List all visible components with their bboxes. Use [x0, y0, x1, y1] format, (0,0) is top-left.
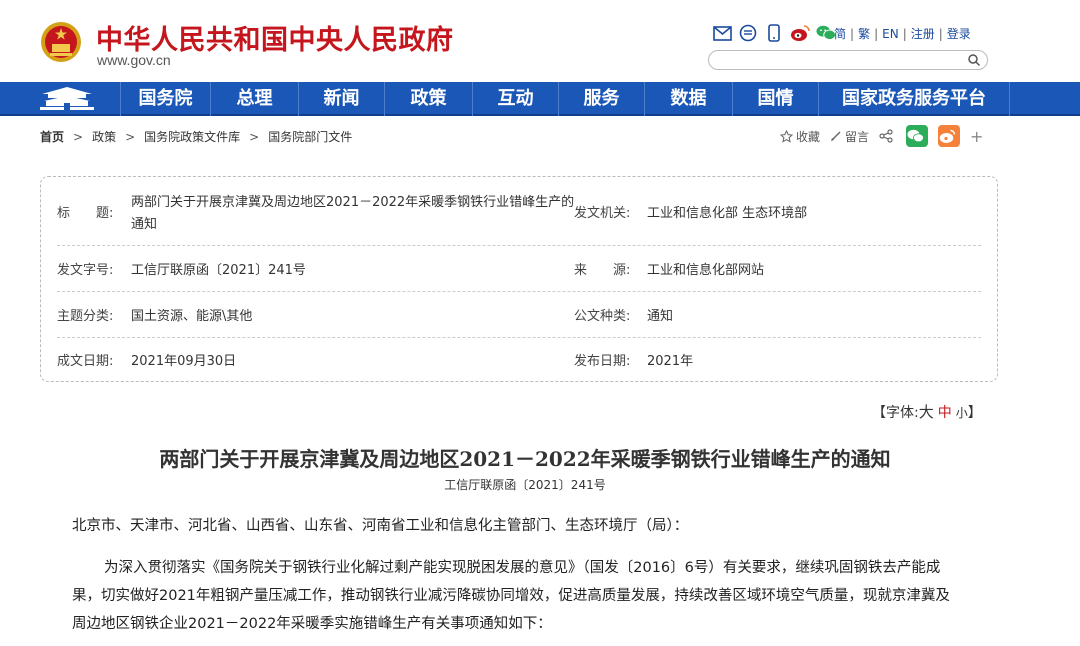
- nav-item-state-council[interactable]: 国务院: [120, 82, 210, 116]
- mail-icon[interactable]: [712, 23, 732, 43]
- mobile-icon[interactable]: [764, 23, 784, 43]
- created-date-value: 2021年09月30日: [131, 354, 237, 369]
- font-size-medium[interactable]: 中: [938, 405, 952, 421]
- comment-button[interactable]: 留言: [830, 128, 869, 145]
- row-divider: [57, 245, 981, 246]
- nav-items: 国务院 总理 新闻 政策 互动 服务 数据 国情 国家政务服务平台: [120, 82, 1010, 116]
- pencil-icon: [831, 131, 841, 141]
- separator: |: [874, 27, 879, 41]
- share-wechat-button[interactable]: [906, 125, 929, 147]
- top-icon-bar: [712, 22, 836, 44]
- nav-item-interaction[interactable]: 互动: [472, 82, 558, 116]
- nav-item-data[interactable]: 数据: [644, 82, 732, 116]
- breadcrumb-home[interactable]: 首页: [40, 130, 64, 144]
- doctype-label: 公文种类:: [574, 309, 631, 324]
- weibo-icon: [939, 129, 956, 143]
- share-weibo-button[interactable]: [938, 125, 961, 147]
- search-box: [708, 50, 988, 71]
- breadcrumb-policy[interactable]: 政策: [92, 130, 116, 144]
- info-row-docno: 发文字号: 工信厅联原函〔2021〕241号 来 源: 工业和信息化部网站: [57, 259, 981, 279]
- source-label: 来 源:: [574, 263, 631, 278]
- more-share-button[interactable]: +: [970, 127, 983, 146]
- nav-item-services[interactable]: 服务: [558, 82, 644, 116]
- site-url[interactable]: www.gov.cn: [97, 52, 171, 68]
- wechat-icon[interactable]: [816, 23, 836, 43]
- article-paragraph-line1: 为深入贯彻落实《国务院关于钢铁行业化解过剩产能实现脱困发展的意见》（国发〔201…: [104, 560, 941, 576]
- font-size-small[interactable]: 小: [956, 406, 968, 420]
- font-size-suffix: 】: [967, 405, 982, 421]
- english-link[interactable]: EN: [882, 27, 899, 41]
- nav-item-premier[interactable]: 总理: [210, 82, 298, 116]
- article-salutation: 北京市、天津市、河北省、山西省、山东省、河南省工业和信息化主管部门、生态环境厅（…: [72, 518, 689, 534]
- info-row-title: 标 题: 两部门关于开展京津冀及周边地区2021－2022年采暖季钢铁行业错峰生…: [57, 189, 981, 233]
- document-info-table: 标 题: 两部门关于开展京津冀及周边地区2021－2022年采暖季钢铁行业错峰生…: [40, 176, 998, 382]
- article-docno: 工信厅联原函〔2021〕241号: [444, 478, 606, 492]
- issuer-label: 发文机关:: [574, 206, 631, 221]
- separator: |: [938, 27, 943, 41]
- breadcrumb-department-docs[interactable]: 国务院部门文件: [268, 130, 352, 144]
- docno-value: 工信厅联原函〔2021〕241号: [131, 263, 306, 278]
- top-links: 简 | 繁 | EN | 注册 | 登录: [834, 25, 971, 42]
- article-tools: 收藏 留言 +: [780, 124, 993, 148]
- nav-item-service-platform[interactable]: 国家政务服务平台: [818, 82, 1010, 116]
- tiananmen-icon[interactable]: [38, 86, 96, 112]
- issuer-value: 工业和信息化部 生态环境部: [647, 206, 808, 221]
- breadcrumb: 首页 > 政策 > 国务院政策文件库 > 国务院部门文件: [40, 128, 352, 145]
- topic-label: 主题分类:: [57, 309, 114, 324]
- title-label: 标 题:: [57, 206, 114, 221]
- published-date-value: 2021年: [647, 354, 694, 369]
- search-icon[interactable]: [967, 53, 981, 67]
- article-title: 两部门关于开展京津冀及周边地区2021－2022年采暖季钢铁行业错峰生产的通知: [159, 447, 891, 471]
- comment-label: 留言: [845, 129, 870, 144]
- register-link[interactable]: 注册: [911, 27, 935, 41]
- article-paragraph-line3: 周边地区钢铁企业2021－2022年采暖季实施错峰生产有关事项通知如下：: [72, 616, 552, 632]
- title-value-line2: 通知: [131, 217, 158, 232]
- nav-item-news[interactable]: 新闻: [298, 82, 384, 116]
- favorite-label: 收藏: [796, 129, 821, 144]
- article-paragraph-line2: 果，切实做好2021年粗钢产量压减工作，推动钢铁行业减污降碳协同增效，促进高质量…: [72, 588, 950, 604]
- font-size-large[interactable]: 大: [919, 403, 934, 421]
- separator: |: [902, 27, 907, 41]
- nav-item-policy[interactable]: 政策: [384, 82, 472, 116]
- national-emblem-icon[interactable]: [40, 20, 82, 64]
- font-size-prefix: 【字体:: [872, 405, 919, 421]
- nav-item-national-profile[interactable]: 国情: [732, 82, 818, 116]
- info-row-dates: 成文日期: 2021年09月30日 发布日期: 2021年: [57, 350, 981, 370]
- share-icon: [879, 129, 893, 143]
- star-icon: [780, 129, 793, 143]
- site-header: 中华人民共和国中央人民政府 www.gov.cn 简 | 繁 | EN | 注册 | 登录: [0, 0, 1080, 82]
- weibo-icon[interactable]: [790, 23, 810, 43]
- traditional-link[interactable]: 繁: [858, 27, 870, 41]
- favorite-button[interactable]: 收藏: [780, 128, 820, 145]
- row-divider: [57, 291, 981, 292]
- chevron-right-icon: >: [249, 130, 260, 144]
- docno-label: 发文字号:: [57, 263, 114, 278]
- share-button[interactable]: [879, 129, 896, 143]
- info-row-topic: 主题分类: 国土资源、能源\其他 公文种类: 通知: [57, 305, 981, 325]
- font-size-selector: 【字体:大中小】: [872, 401, 982, 422]
- simplified-link[interactable]: 简: [834, 27, 846, 41]
- source-value: 工业和信息化部网站: [647, 263, 765, 278]
- chevron-right-icon: >: [73, 130, 84, 144]
- login-link[interactable]: 登录: [947, 27, 971, 41]
- topic-value: 国土资源、能源\其他: [131, 309, 253, 324]
- wechat-icon: [907, 129, 924, 143]
- created-date-label: 成文日期:: [57, 354, 114, 369]
- published-date-label: 发布日期:: [574, 354, 631, 369]
- title-value-line1: 两部门关于开展京津冀及周边地区2021－2022年采暖季钢铁行业错峰生产的: [131, 195, 575, 210]
- main-nav: 国务院 总理 新闻 政策 互动 服务 数据 国情 国家政务服务平台: [0, 82, 1080, 116]
- search-input[interactable]: [719, 53, 959, 71]
- row-divider: [57, 337, 981, 338]
- rss-icon[interactable]: [738, 23, 758, 43]
- separator: |: [850, 27, 855, 41]
- doctype-value: 通知: [647, 309, 674, 324]
- chevron-right-icon: >: [125, 130, 136, 144]
- breadcrumb-policy-library[interactable]: 国务院政策文件库: [144, 130, 240, 144]
